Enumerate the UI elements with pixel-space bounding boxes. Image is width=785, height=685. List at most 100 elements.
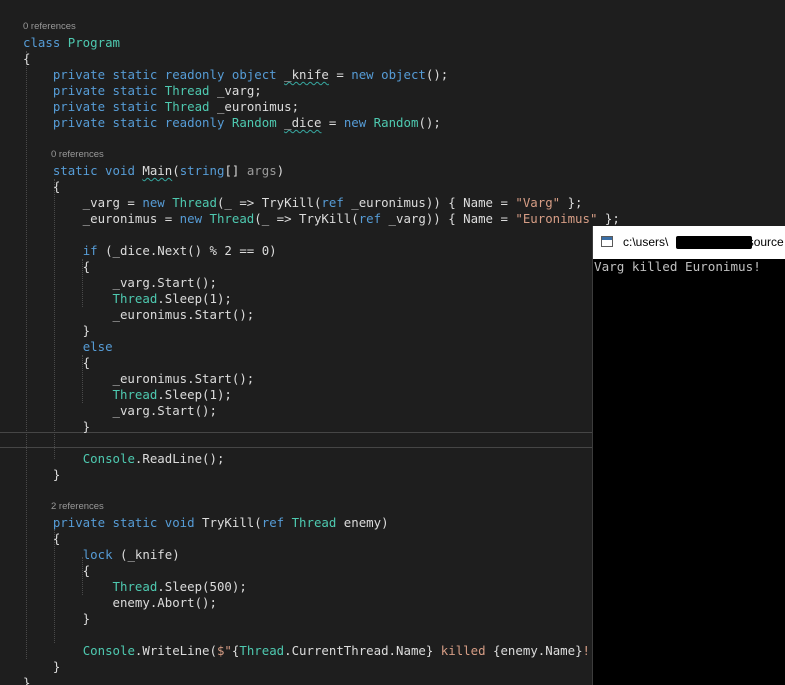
code-line: Thread.Sleep(1);: [23, 387, 232, 403]
code-token: .Sleep(500);: [157, 579, 247, 594]
codelens-references[interactable]: 0 references: [51, 149, 104, 161]
code-line: }: [23, 611, 90, 627]
code-line: private static Thread _euronimus;: [23, 99, 299, 115]
code-token: Thread: [164, 99, 210, 114]
code-token: .ReadLine();: [134, 451, 225, 466]
code-line: enemy.Abort();: [23, 595, 217, 611]
code-line: private static void TryKill(ref Thread e…: [23, 515, 389, 531]
code-line: class Program: [23, 35, 120, 51]
code-token: enemy): [336, 515, 389, 530]
code-token: _dice: [284, 115, 322, 130]
code-token: else: [82, 339, 113, 354]
codelens-references[interactable]: 0 references: [23, 21, 76, 33]
code-token: =: [321, 115, 344, 130]
console-window[interactable]: c:\users\ \source Varg killed Euronimus!: [592, 226, 785, 685]
code-line: _varg = new Thread(_ => TryKill(ref _eur…: [23, 195, 583, 211]
code-token: new: [179, 211, 210, 226]
code-line: {: [23, 179, 60, 195]
code-token: _varg;: [209, 83, 262, 98]
code-token: private static void: [52, 515, 203, 530]
console-window-icon: [601, 236, 613, 247]
code-line: lock (_knife): [23, 547, 180, 563]
codelens-references[interactable]: 2 references: [51, 501, 104, 513]
code-token: }: [23, 675, 31, 685]
code-token: enemy.Abort();: [23, 595, 217, 610]
code-token: TryKill(: [202, 515, 262, 530]
code-line: {: [23, 51, 30, 67]
code-token: };: [560, 195, 583, 210]
code-token: _euronimus.Start();: [23, 371, 255, 386]
code-line: _euronimus = new Thread(_ => TryKill(ref…: [23, 211, 620, 227]
code-token: "Euronimus": [515, 211, 598, 226]
code-token: .WriteLine(: [134, 643, 217, 658]
code-line: _euronimus.Start();: [23, 307, 255, 323]
code-token: (_ => TryKill(: [254, 211, 359, 226]
console-title-prefix: c:\users\: [623, 235, 669, 249]
code-token: Thread: [239, 643, 285, 658]
code-token: {enemy.Name}: [493, 643, 583, 658]
code-token: }: [23, 419, 91, 434]
console-titlebar[interactable]: c:\users\ \source: [593, 226, 785, 259]
code-line: if (_dice.Next() % 2 == 0): [23, 243, 277, 259]
code-token: "Varg": [515, 195, 561, 210]
code-token: (_ => TryKill(: [216, 195, 322, 210]
code-token: }: [23, 659, 61, 674]
code-token: ref: [358, 211, 382, 226]
code-line: }: [23, 323, 90, 339]
code-line: Console.ReadLine();: [23, 451, 225, 467]
code-line: private static Thread _varg;: [23, 83, 262, 99]
redaction-mark: [676, 236, 752, 249]
code-line: {: [23, 355, 90, 371]
code-token: args: [246, 163, 277, 178]
code-token: {: [23, 259, 91, 274]
code-token: ();: [418, 115, 441, 130]
code-token: .Sleep(1);: [157, 387, 232, 402]
code-token: ref: [321, 195, 344, 210]
code-token: =: [328, 67, 352, 82]
code-token: string: [179, 163, 225, 178]
code-token: if: [82, 243, 98, 258]
code-editor-screenshot: 0 references class Program{ private stati…: [0, 0, 785, 685]
code-line: {: [23, 563, 90, 579]
code-token: []: [224, 163, 247, 178]
console-output: Varg killed Euronimus!: [594, 259, 761, 274]
code-line: {: [23, 259, 90, 275]
code-token: Program: [67, 35, 120, 50]
code-token: private static: [52, 99, 165, 114]
code-token: }: [23, 323, 91, 338]
code-token: Console: [82, 643, 135, 658]
code-token: new: [343, 115, 374, 130]
code-token: {: [23, 179, 61, 194]
code-token: _euronimus =: [23, 211, 180, 226]
code-token: new: [142, 195, 173, 210]
code-token: {: [23, 563, 91, 578]
code-token: class: [23, 35, 68, 50]
code-line: private static readonly object _knife = …: [23, 67, 448, 83]
code-token: (_dice.Next() % 2 == 0): [97, 243, 277, 258]
code-token: .Sleep(1);: [157, 291, 232, 306]
code-token: _knife: [284, 67, 329, 82]
code-line: {: [23, 531, 60, 547]
code-line: static void Main(string[] args): [23, 163, 284, 179]
code-token: Thread: [209, 211, 255, 226]
code-token: Thread: [112, 291, 158, 306]
code-line: Console.WriteLine($"{Thread.CurrentThrea…: [23, 643, 613, 659]
code-token: .CurrentThread.Name}: [284, 643, 434, 658]
code-line: else: [23, 339, 113, 355]
code-token: lock: [82, 547, 113, 562]
code-token: Console: [82, 451, 135, 466]
code-token: };: [597, 211, 620, 226]
code-token: private static readonly: [52, 115, 232, 130]
code-line: }: [23, 467, 60, 483]
code-token: ref: [261, 515, 292, 530]
code-line: _varg.Start();: [23, 403, 217, 419]
code-token: new object: [351, 67, 426, 82]
